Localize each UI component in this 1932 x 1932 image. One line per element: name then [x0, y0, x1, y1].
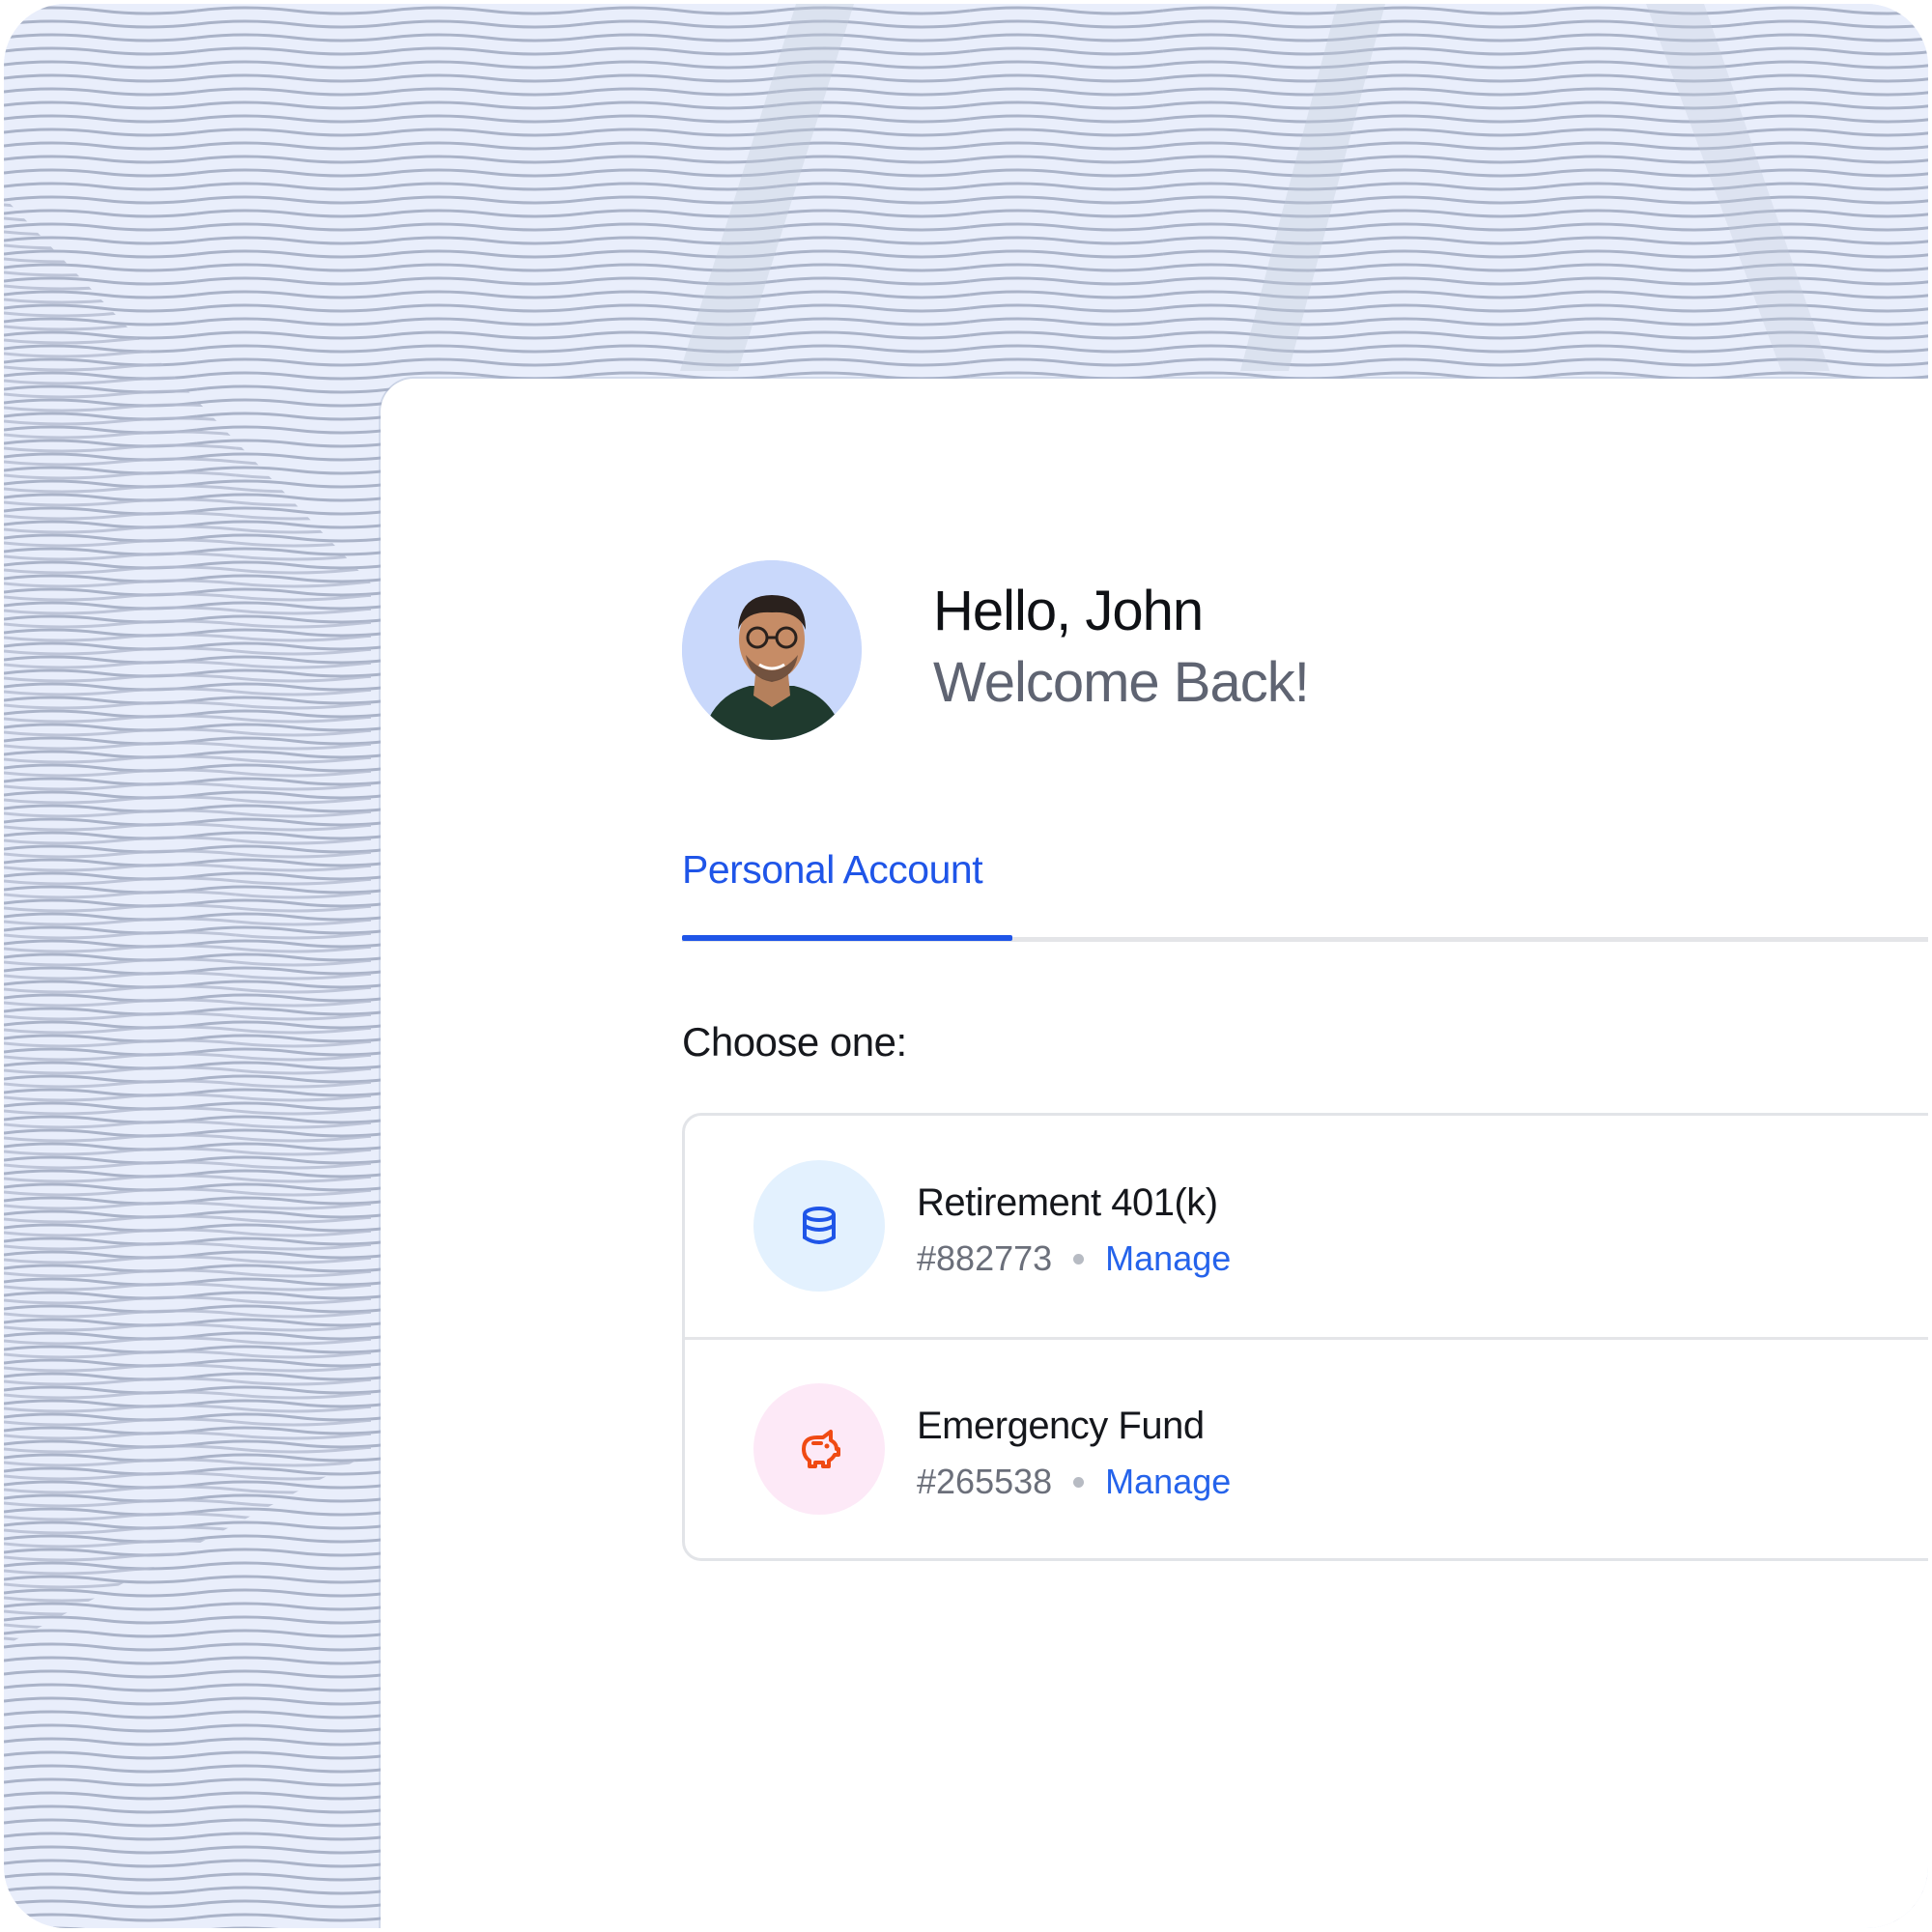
- tab-personal-account[interactable]: Personal Account: [682, 850, 983, 890]
- account-number: #265538: [917, 1462, 1053, 1501]
- account-row-retirement[interactable]: Retirement 401(k) #882773 Manage: [685, 1116, 1928, 1340]
- account-list: Retirement 401(k) #882773 Manage Emergen: [682, 1113, 1928, 1561]
- account-card: Hello, John Welcome Back! Personal Accou…: [381, 379, 1928, 1928]
- user-photo-icon: [682, 560, 862, 740]
- account-number: #882773: [917, 1238, 1053, 1278]
- page-frame: Hello, John Welcome Back! Personal Accou…: [4, 4, 1928, 1928]
- choose-prompt: Choose one:: [682, 1019, 907, 1065]
- avatar[interactable]: [682, 560, 862, 740]
- account-name: Retirement 401(k): [917, 1181, 1218, 1224]
- account-meta: #265538 Manage: [917, 1464, 1231, 1499]
- account-meta: #882773 Manage: [917, 1241, 1231, 1276]
- manage-link[interactable]: Manage: [1105, 1464, 1231, 1499]
- separator-dot: [1073, 1476, 1085, 1488]
- account-row-emergency[interactable]: Emergency Fund #265538 Manage: [685, 1339, 1928, 1561]
- account-icon-badge: [753, 1160, 885, 1292]
- active-tab-indicator: [682, 935, 1012, 941]
- piggy-bank-icon: [802, 1430, 840, 1468]
- manage-link[interactable]: Manage: [1105, 1241, 1231, 1276]
- welcome-subtitle: Welcome Back!: [933, 651, 1310, 714]
- account-icon-badge: [753, 1383, 885, 1515]
- greeting-title: Hello, John: [933, 580, 1204, 642]
- separator-dot: [1073, 1253, 1085, 1264]
- database-stack-icon: [803, 1207, 836, 1244]
- account-name: Emergency Fund: [917, 1405, 1205, 1447]
